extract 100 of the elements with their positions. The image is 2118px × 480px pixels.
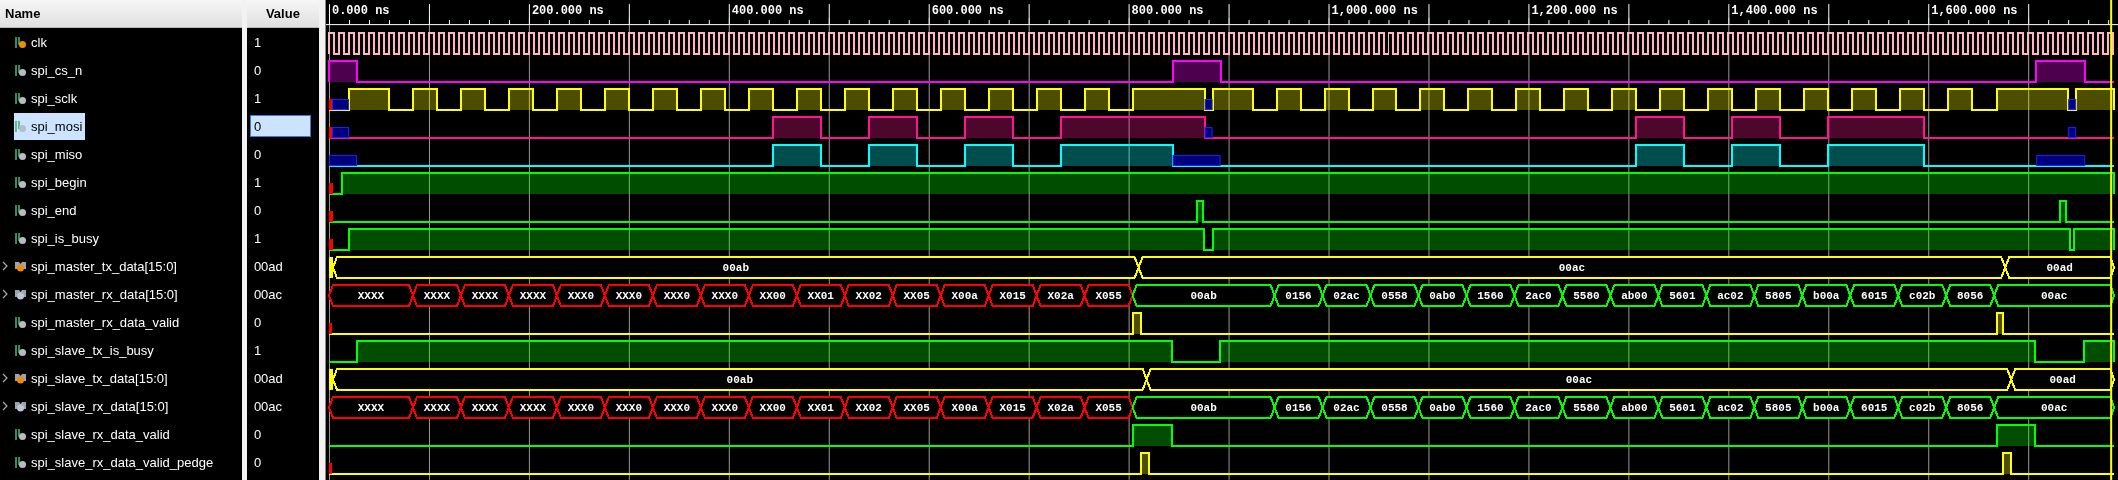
signal-name[interactable]: spi_master_tx_data[15:0]	[31, 258, 177, 274]
bus-value-segment: 0ab0	[1417, 395, 1468, 419]
bus-value-segment: ac02	[1705, 395, 1756, 419]
bus-value-segment: 1560	[1465, 395, 1516, 419]
name-column-header[interactable]: Name	[0, 0, 242, 28]
signal-name[interactable]: spi_master_rx_data[15:0]	[31, 286, 178, 302]
time-label: 1,000.000 ns	[1331, 4, 1418, 19]
bus-value-segment: c02b	[1897, 395, 1948, 419]
signal-name[interactable]: spi_begin	[31, 174, 87, 190]
signal-name[interactable]: spi_cs_n	[31, 62, 83, 78]
bus-value-segment: 8056	[1945, 395, 1996, 419]
bus-start-marker	[328, 368, 333, 390]
expand-chevron-icon[interactable]	[1, 289, 9, 299]
bus-value-segment: XXX0	[555, 284, 606, 307]
time-label: 800.000 ns	[1131, 4, 1204, 19]
bus-value-segment: XX00	[747, 395, 798, 419]
bus-value-segment: X055	[1083, 284, 1134, 307]
bus-value-segment: XX01	[795, 284, 846, 307]
bus-value-segment: b00a	[1801, 284, 1852, 307]
bus-value-segment: X015	[987, 395, 1038, 419]
signal-value: 00ad	[252, 258, 284, 276]
bus-value-segment: 0558	[1369, 395, 1420, 419]
bus-value-segment: 2ac0	[1513, 395, 1564, 419]
time-label: 600.000 ns	[931, 4, 1004, 19]
bus-value-segment: X00a	[939, 395, 990, 419]
bus-value-segment: XX02	[843, 284, 894, 307]
signal-name[interactable]: spi_slave_tx_is_busy	[31, 342, 154, 358]
time-label: 1,400.000 ns	[1731, 4, 1818, 19]
bus-value-segment: 0ab0	[1417, 284, 1468, 307]
bus-value-segment: 8056	[1945, 284, 1996, 307]
bus-value-segment: X02a	[1035, 395, 1086, 419]
signal-value: 1	[252, 34, 263, 52]
bus-value-segment: XX05	[891, 284, 942, 307]
time-label: 1,200.000 ns	[1531, 4, 1618, 19]
bus-value-segment: XXX0	[651, 284, 702, 307]
bus-value-segment: XX00	[747, 284, 798, 307]
bus-value-segment: ab00	[1609, 395, 1660, 419]
bus-value-segment: XXXX	[327, 395, 414, 419]
bus-value-segment: XXXX	[459, 395, 510, 419]
bus-value-segment: XX02	[843, 395, 894, 419]
bus-value-segment: XXXX	[459, 284, 510, 307]
signal-name[interactable]: spi_slave_rx_data_valid_pedge	[31, 454, 214, 470]
bus-value-segment: 0156	[1273, 395, 1324, 419]
bus-value-segment: 02ac	[1321, 395, 1372, 419]
bus-value-segment: X055	[1083, 395, 1134, 419]
time-label: 400.000 ns	[731, 4, 804, 19]
signal-name[interactable]: spi_end	[31, 202, 77, 218]
bus-value-segment: XXXX	[327, 284, 414, 307]
bus-value-segment: XXXX	[507, 395, 558, 419]
bus-value-segment: 5601	[1657, 395, 1708, 419]
signal-name[interactable]: spi_sclk	[31, 90, 78, 106]
time-label: 0.000 ns	[331, 4, 390, 19]
bus-value-segment: XXX0	[651, 395, 702, 419]
bus-value-segment: 5601	[1657, 284, 1708, 307]
signal-name[interactable]: spi_slave_rx_data_valid	[31, 426, 170, 442]
signal-name[interactable]: spi_master_rx_data_valid	[31, 314, 180, 330]
signal-name[interactable]: spi_slave_rx_data[15:0]	[31, 398, 169, 414]
bus-value-segment: XX05	[891, 395, 942, 419]
expand-chevron-icon[interactable]	[1, 261, 9, 271]
bus-value-segment: 5580	[1561, 284, 1612, 307]
bus-value-segment: XXX0	[603, 284, 654, 307]
signal-value: 0	[252, 202, 263, 220]
bus-value-segment: X015	[987, 284, 1038, 307]
bus-value-segment: 0156	[1273, 284, 1324, 307]
signal-value: 0	[252, 454, 263, 472]
bus-value-segment: 0558	[1369, 284, 1420, 307]
signal-value: 0	[252, 426, 263, 444]
bus-value-segment: XXX0	[603, 395, 654, 419]
bus-value-segment: 02ac	[1321, 284, 1372, 307]
signal-value: 0	[252, 62, 263, 80]
bus-value-segment: 5805	[1753, 284, 1804, 307]
bus-value-segment: 1560	[1465, 284, 1516, 307]
bus-value-segment: XXX0	[555, 395, 606, 419]
signal-name[interactable]: spi_miso	[31, 146, 83, 162]
signal-name[interactable]: spi_is_busy	[31, 230, 99, 246]
signal-name[interactable]: clk	[31, 34, 47, 50]
bus-value-segment: XX01	[795, 395, 846, 419]
expand-chevron-icon[interactable]	[1, 401, 9, 411]
bus-value-segment: X00a	[939, 284, 990, 307]
bus-start-marker	[328, 257, 333, 278]
signal-value: 1	[252, 174, 263, 192]
expand-chevron-icon[interactable]	[1, 373, 9, 383]
bus-value-segment: 5580	[1561, 395, 1612, 419]
bus-value-segment: X02a	[1035, 284, 1086, 307]
bus-value-segment: 5805	[1753, 395, 1804, 419]
signal-value: 1	[252, 230, 263, 248]
signal-name[interactable]: spi_slave_tx_data[15:0]	[31, 370, 168, 386]
bus-value-segment: XXXX	[411, 395, 462, 419]
bus-value-segment: c02b	[1897, 284, 1948, 307]
bus-value-segment: 00ab	[331, 256, 1140, 279]
bus-value-segment: 6015	[1849, 395, 1900, 419]
signal-value: 00ad	[252, 370, 284, 388]
signal-value: 0	[252, 314, 263, 332]
value-column-header[interactable]: Value	[246, 0, 319, 28]
signal-value: 0	[249, 115, 311, 137]
signal-value: 00ac	[252, 286, 284, 304]
signal-value: 0	[252, 146, 263, 164]
bus-value-segment: 00ad	[2004, 256, 2116, 279]
bus-value-segment: 00ad	[2010, 367, 2116, 391]
bus-value-segment: ab00	[1609, 284, 1660, 307]
